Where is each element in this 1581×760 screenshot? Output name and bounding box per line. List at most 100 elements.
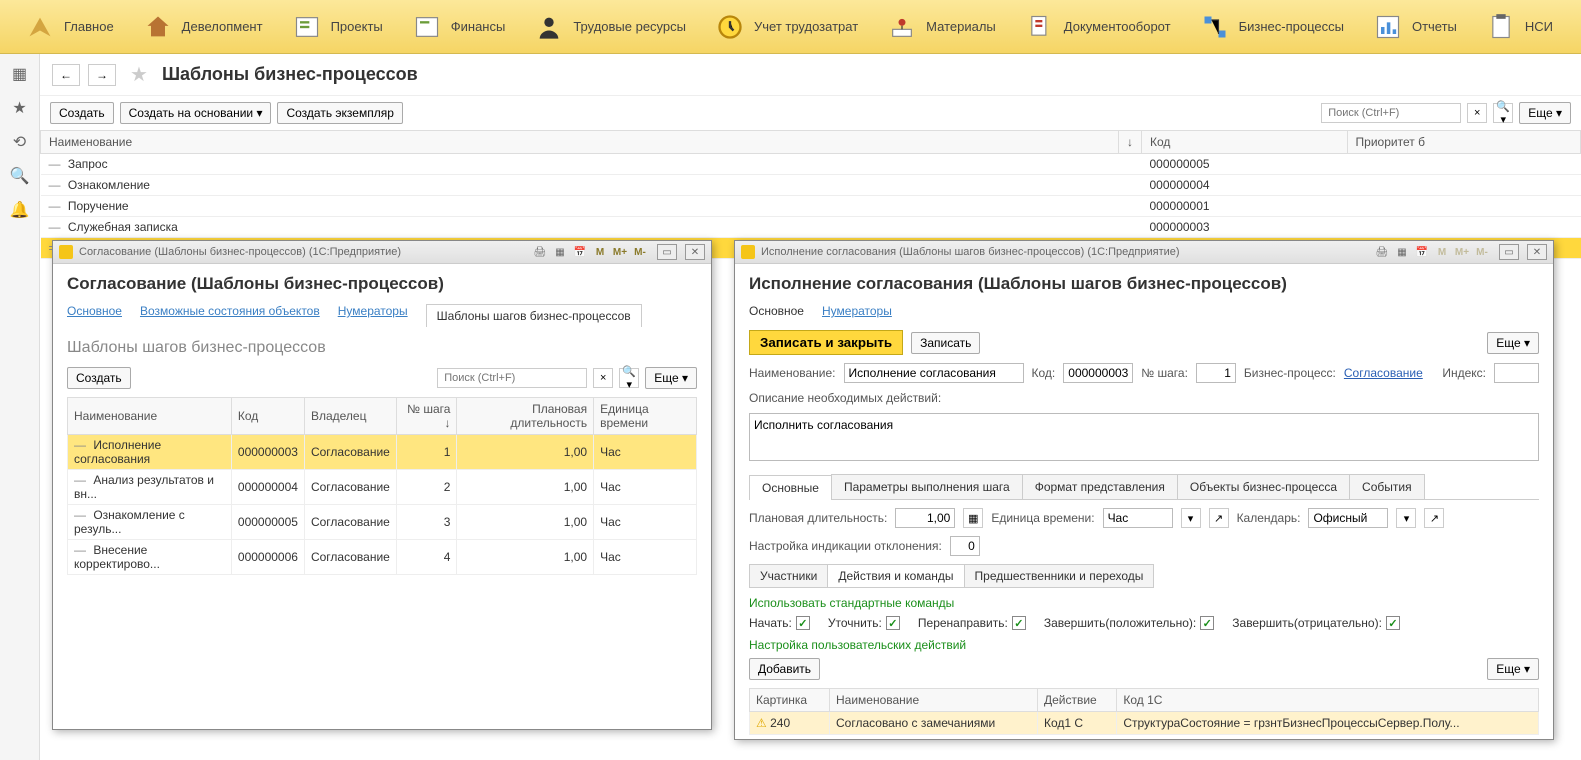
star-icon[interactable]: ★ — [8, 96, 32, 120]
col-action[interactable]: Действие — [1037, 689, 1116, 712]
unit-dd[interactable]: ▾ — [1181, 508, 1201, 528]
col-unit[interactable]: Единица времени — [594, 398, 697, 435]
bp-link[interactable]: Согласование — [1344, 366, 1423, 380]
col-pic[interactable]: Картинка — [750, 689, 830, 712]
search-icon[interactable]: 🔍 — [8, 164, 32, 188]
minimize-btn[interactable]: ▭ — [1499, 244, 1519, 260]
nav-labor[interactable]: Трудовые ресурсы — [519, 0, 700, 53]
table-row[interactable]: — Внесение корректирово...000000006Согла… — [68, 540, 697, 575]
apps-icon[interactable]: ▦ — [8, 62, 32, 86]
m-minus-btn[interactable]: M- — [1473, 244, 1491, 260]
subtab-objects[interactable]: Объекты бизнес-процесса — [1177, 474, 1350, 499]
close-btn[interactable]: ✕ — [1527, 244, 1547, 260]
dlg1-more[interactable]: Еще ▾ — [645, 367, 697, 389]
nav-projects[interactable]: Проекты — [277, 0, 397, 53]
dlg2-titlebar[interactable]: Исполнение согласования (Шаблоны шагов б… — [735, 241, 1553, 264]
more-button[interactable]: Еще ▾ — [1519, 102, 1571, 124]
bell-icon[interactable]: 🔔 — [8, 198, 32, 222]
m-btn[interactable]: M — [591, 244, 609, 260]
nav-bp[interactable]: Бизнес-процессы — [1185, 0, 1358, 53]
nav-timesheet[interactable]: Учет трудозатрат — [700, 0, 872, 53]
col-name[interactable]: Наименование — [41, 131, 1119, 154]
calc-btn[interactable]: ▦ — [963, 508, 983, 528]
nav-materials[interactable]: Материалы — [872, 0, 1010, 53]
cb-start[interactable] — [796, 616, 810, 630]
dlg1-search[interactable] — [437, 368, 587, 388]
unit-open[interactable]: ↗ — [1209, 508, 1229, 528]
table-row[interactable]: — Анализ результатов и вн...000000004Сог… — [68, 470, 697, 505]
dlg1-search-btn[interactable]: 🔍▾ — [619, 368, 639, 388]
table-row[interactable]: ⚠ 240Согласовано с замечаниямиКод1 ССтру… — [750, 712, 1539, 735]
tab-main[interactable]: Основное — [749, 304, 804, 318]
cal-open[interactable]: ↗ — [1424, 508, 1444, 528]
nav-main[interactable]: Главное — [10, 0, 128, 53]
dlg2-more[interactable]: Еще ▾ — [1487, 332, 1539, 354]
itab-predecessors[interactable]: Предшественники и переходы — [964, 564, 1155, 588]
col-name[interactable]: Наименование — [830, 689, 1038, 712]
m-plus-btn[interactable]: M+ — [611, 244, 629, 260]
col-sort[interactable]: ↓ — [1119, 131, 1142, 154]
calc-icon[interactable]: 📅 — [1413, 244, 1431, 260]
cb-complete-neg[interactable] — [1386, 616, 1400, 630]
search-input[interactable] — [1321, 103, 1461, 123]
nav-development[interactable]: Девелопмент — [128, 0, 277, 53]
subtab-main[interactable]: Основные — [749, 475, 832, 500]
dlg1-create[interactable]: Создать — [67, 367, 131, 389]
desc-textarea[interactable] — [749, 413, 1539, 461]
grid-icon[interactable]: ▦ — [551, 244, 569, 260]
subtab-format[interactable]: Формат представления — [1022, 474, 1178, 499]
col-code[interactable]: Код — [1142, 131, 1348, 154]
create-instance-button[interactable]: Создать экземпляр — [277, 102, 402, 124]
table-row[interactable]: — Ознакомление000000004 — [41, 175, 1581, 196]
cb-complete-pos[interactable] — [1200, 616, 1214, 630]
create-button[interactable]: Создать — [50, 102, 114, 124]
table-row[interactable]: — Служебная записка000000003 — [41, 217, 1581, 238]
col-owner[interactable]: Владелец — [304, 398, 396, 435]
create-based-button[interactable]: Создать на основании ▾ — [120, 102, 272, 124]
history-icon[interactable]: ⟲ — [8, 130, 32, 154]
tab-numerators[interactable]: Нумераторы — [822, 304, 892, 318]
search-clear[interactable]: × — [1467, 103, 1487, 123]
tab-step-templates[interactable]: Шаблоны шагов бизнес-процессов — [426, 304, 642, 327]
table-row[interactable]: — Ознакомление с резуль...000000005Согла… — [68, 505, 697, 540]
back-button[interactable]: ← — [52, 64, 80, 86]
grid-icon[interactable]: ▦ — [1393, 244, 1411, 260]
dlg2-more2[interactable]: Еще ▾ — [1487, 658, 1539, 680]
close-btn[interactable]: ✕ — [685, 244, 705, 260]
col-code1c[interactable]: Код 1С — [1117, 689, 1539, 712]
cb-redirect[interactable] — [1012, 616, 1026, 630]
duration-field[interactable] — [895, 508, 955, 528]
tab-states[interactable]: Возможные состояния объектов — [140, 304, 320, 327]
cb-clarify[interactable] — [886, 616, 900, 630]
calc-icon[interactable]: 📅 — [571, 244, 589, 260]
nav-nsi[interactable]: НСИ — [1471, 0, 1567, 53]
print-icon[interactable]: 🖨 — [531, 244, 549, 260]
nav-finance[interactable]: Финансы — [397, 0, 520, 53]
tab-main[interactable]: Основное — [67, 304, 122, 327]
table-row[interactable]: — Запрос000000005 — [41, 154, 1581, 175]
save-close-button[interactable]: Записать и закрыть — [749, 330, 903, 355]
favorite-icon[interactable]: ★ — [130, 62, 148, 87]
calendar-field[interactable] — [1308, 508, 1388, 528]
col-name[interactable]: Наименование — [68, 398, 232, 435]
nav-docflow[interactable]: Документооборот — [1010, 0, 1185, 53]
subtab-events[interactable]: События — [1349, 474, 1425, 499]
add-button[interactable]: Добавить — [749, 658, 820, 680]
tab-numerators[interactable]: Нумераторы — [338, 304, 408, 327]
col-priority[interactable]: Приоритет б — [1347, 131, 1580, 154]
table-row[interactable]: — Исполнение согласования000000003Соглас… — [68, 435, 697, 470]
dlg1-titlebar[interactable]: Согласование (Шаблоны бизнес-процессов) … — [53, 241, 711, 264]
dlg1-clear[interactable]: × — [593, 368, 613, 388]
name-field[interactable] — [844, 363, 1024, 383]
index-field[interactable] — [1494, 363, 1539, 383]
nav-reports[interactable]: Отчеты — [1358, 0, 1471, 53]
minimize-btn[interactable]: ▭ — [657, 244, 677, 260]
m-btn[interactable]: M — [1433, 244, 1451, 260]
m-plus-btn[interactable]: M+ — [1453, 244, 1471, 260]
print-icon[interactable]: 🖨 — [1373, 244, 1391, 260]
search-dropdown[interactable]: 🔍▾ — [1493, 103, 1513, 123]
itab-actions[interactable]: Действия и команды — [827, 564, 964, 588]
save-button[interactable]: Записать — [911, 332, 980, 354]
forward-button[interactable]: → — [88, 64, 116, 86]
cal-dd[interactable]: ▾ — [1396, 508, 1416, 528]
